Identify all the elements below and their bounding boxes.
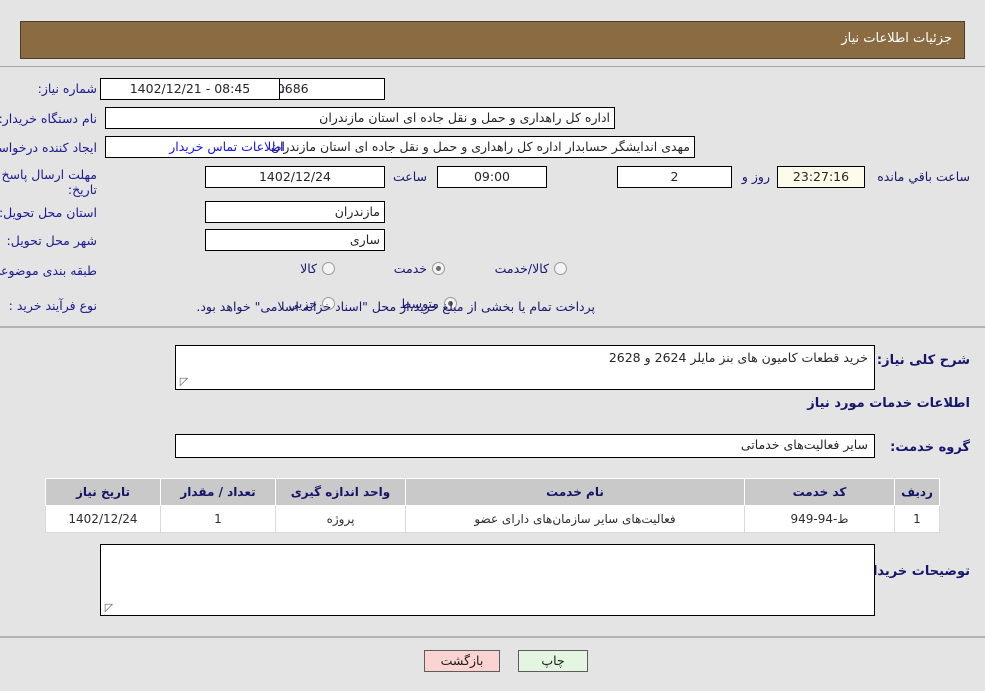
province-value: مازندران: [205, 201, 385, 223]
province-label: استان محل تحویل:: [0, 205, 97, 220]
creator-label: ایجاد کننده درخواست:: [0, 140, 97, 155]
general-desc-textarea[interactable]: خرید قطعات کامیون های بنز مایلر 2624 و 2…: [175, 345, 875, 390]
td-service-code: ط-94-949: [744, 505, 895, 533]
td-unit: پروژه: [275, 505, 406, 533]
th-service-name: نام خدمت: [405, 478, 745, 506]
service-group-label: گروه خدمت:: [890, 440, 970, 455]
hour-label: ساعت: [392, 169, 427, 184]
table-row: 1 ط-94-949 فعالیت‌های سایر سازمان‌های دا…: [45, 505, 940, 533]
print-button[interactable]: چاپ: [518, 650, 588, 672]
radio-goods-service-icon[interactable]: [554, 262, 567, 275]
radio-category-goods-service[interactable]: کالا/خدمت: [495, 261, 567, 276]
th-service-code: کد خدمت: [744, 478, 895, 506]
th-quantity: تعداد / مقدار: [160, 478, 276, 506]
back-button[interactable]: بازگشت: [424, 650, 500, 672]
buyer-org-label: نام دستگاه خریدار:: [0, 111, 97, 126]
general-desc-value: خرید قطعات کامیون های بنز مایلر 2624 و 2…: [608, 350, 868, 365]
services-table: ردیف کد خدمت نام خدمت واحد اندازه گیری ت…: [45, 478, 940, 533]
table-header-row: ردیف کد خدمت نام خدمت واحد اندازه گیری ت…: [45, 478, 940, 506]
payment-note: پرداخت تمام یا بخشی از مبلغ خرید،از محل …: [196, 299, 595, 314]
radio-category-service-label: خدمت: [393, 261, 427, 276]
services-heading: اطلاعات خدمات مورد نیاز: [807, 396, 970, 411]
buyer-contact-link[interactable]: اطلاعات تماس خریدار: [113, 139, 285, 154]
th-row-no: ردیف: [894, 478, 940, 506]
days-remaining-value: 2: [617, 166, 732, 188]
service-group-value: سایر فعالیت‌های خدماتی: [175, 434, 875, 458]
radio-category-service[interactable]: خدمت: [394, 261, 445, 276]
countdown-timer: 23:27:16: [777, 166, 865, 188]
radio-category-goods-service-label: کالا/خدمت: [494, 261, 549, 276]
td-need-date: 1402/12/24: [45, 505, 161, 533]
deadline-time-value: 09:00: [437, 166, 547, 188]
page-root: AriaTender.net جزئیات اطلاعات نیاز شماره…: [0, 0, 985, 691]
general-desc-label: شرح کلی نیاز:: [876, 353, 970, 368]
footer-bar: بازگشت چاپ: [0, 636, 985, 691]
announce-value: 08:45 - 1402/12/21: [100, 78, 280, 100]
deadline-date-value: 1402/12/24: [205, 166, 385, 188]
radio-category-goods-label: کالا: [300, 261, 317, 276]
days-and-label: روز و: [741, 169, 770, 184]
city-value: ساری: [205, 229, 385, 251]
deadline-label-line1: مهلت ارسال پاسخ: تا: [0, 167, 97, 182]
process-label: نوع فرآیند خرید :: [8, 298, 97, 313]
remaining-hours-label: ساعت باقي مانده: [877, 169, 970, 184]
radio-category-goods[interactable]: کالا: [300, 261, 335, 276]
radio-service-icon[interactable]: [432, 262, 445, 275]
buyer-notes-label: توضیحات خریدار:: [860, 564, 970, 579]
td-quantity: 1: [160, 505, 276, 533]
page-header-bar: جزئیات اطلاعات نیاز: [20, 21, 965, 59]
category-label: طبقه بندی موضوعی:: [0, 263, 97, 278]
radio-goods-icon[interactable]: [322, 262, 335, 275]
buyer-notes-textarea[interactable]: ◹: [100, 544, 875, 616]
details-panel: شماره نیاز: 1102003489000686 تاریخ و ساع…: [0, 66, 985, 326]
td-service-name: فعالیت‌های سایر سازمان‌های دارای عضو: [405, 505, 745, 533]
buyer-org-value: اداره کل راهداری و حمل و نقل جاده ای است…: [105, 107, 615, 129]
th-unit: واحد اندازه گیری: [275, 478, 406, 506]
th-need-date: تاریخ نیاز: [45, 478, 161, 506]
resize-grip-icon[interactable]: ◹: [178, 375, 190, 388]
need-number-label: شماره نیاز:: [37, 81, 97, 96]
city-label: شهر محل تحویل:: [6, 233, 97, 248]
deadline-label-line2: تاریخ:: [67, 182, 97, 197]
services-section: شرح کلی نیاز: خرید قطعات کامیون های بنز …: [0, 326, 985, 636]
resize-grip-icon-2[interactable]: ◹: [103, 601, 115, 614]
td-row-no: 1: [894, 505, 940, 533]
page-title: جزئیات اطلاعات نیاز: [841, 31, 952, 46]
